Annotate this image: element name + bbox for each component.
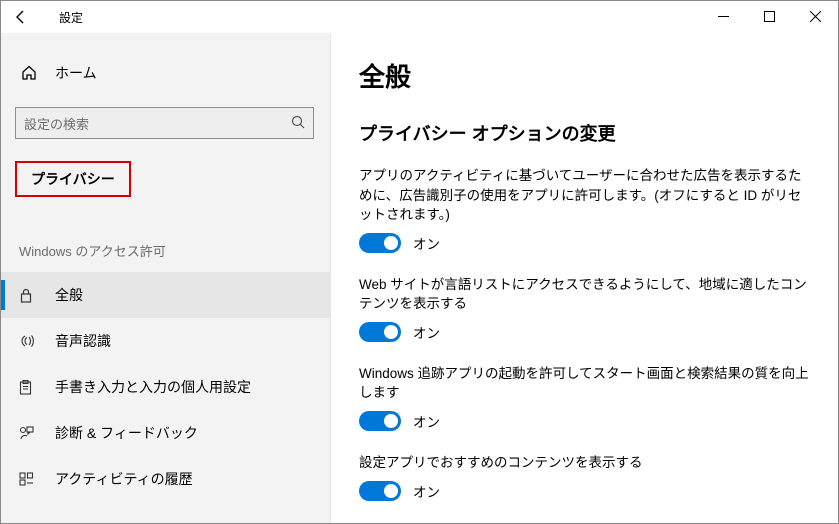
- toggle-advertising-id[interactable]: [359, 233, 401, 253]
- minimize-button[interactable]: [700, 1, 746, 31]
- toggle-app-tracking[interactable]: [359, 411, 401, 431]
- sidebar-item-label: 手書き入力と入力の個人用設定: [55, 377, 251, 397]
- setting-suggested-content: 設定アプリでおすすめのコンテンツを表示する オン: [359, 453, 810, 501]
- close-button[interactable]: [792, 1, 838, 31]
- toggle-state-label: オン: [413, 481, 440, 501]
- sidebar-item-general[interactable]: 全般: [1, 272, 330, 318]
- timeline-icon: [19, 472, 39, 486]
- sidebar-item-label: 診断 & フィードバック: [55, 423, 198, 443]
- toggle-state-label: オン: [413, 411, 440, 431]
- toggle-state-label: オン: [413, 322, 440, 342]
- toggle-suggested-content[interactable]: [359, 481, 401, 501]
- category-label: プライバシー: [15, 161, 131, 197]
- search-icon: [291, 115, 305, 132]
- section-subtitle: プライバシー オプションの変更: [359, 120, 810, 146]
- sidebar-item-label: 音声認識: [55, 331, 111, 351]
- setting-description: 設定アプリでおすすめのコンテンツを表示する: [359, 453, 810, 473]
- setting-description: Windows 追跡アプリの起動を許可してスタート画面と検索結果の質を向上します: [359, 364, 810, 403]
- sidebar-item-diagnostics[interactable]: 診断 & フィードバック: [1, 410, 330, 456]
- setting-description: Web サイトが言語リストにアクセスできるようにして、地域に適したコンテンツを表…: [359, 275, 810, 314]
- sidebar-item-voice[interactable]: 音声認識: [1, 318, 330, 364]
- back-button[interactable]: [1, 1, 41, 33]
- setting-advertising-id: アプリのアクティビティに基づいてユーザーに合わせた広告を表示するために、広告識別…: [359, 166, 810, 253]
- setting-description: アプリのアクティビティに基づいてユーザーに合わせた広告を表示するために、広告識別…: [359, 166, 810, 225]
- page-title: 全般: [359, 57, 810, 94]
- content-area: 全般 プライバシー オプションの変更 アプリのアクティビティに基づいてユーザーに…: [331, 33, 838, 523]
- sidebar-item-handwriting[interactable]: 手書き入力と入力の個人用設定: [1, 364, 330, 410]
- permissions-heading: Windows のアクセス許可: [19, 241, 330, 260]
- home-icon: [21, 65, 43, 81]
- setting-app-tracking: Windows 追跡アプリの起動を許可してスタート画面と検索結果の質を向上します…: [359, 364, 810, 431]
- sidebar: ホーム 設定の検索 プライバシー Windows のアクセス許可 全般 音声認識: [1, 33, 331, 523]
- home-nav[interactable]: ホーム: [1, 57, 330, 93]
- maximize-button[interactable]: [746, 1, 792, 31]
- sidebar-item-label: アクティビティの履歴: [55, 469, 193, 489]
- window-title: 設定: [59, 9, 83, 26]
- lock-icon: [19, 288, 39, 303]
- sidebar-item-label: 全般: [55, 285, 83, 305]
- toggle-language-list[interactable]: [359, 322, 401, 342]
- setting-language-list: Web サイトが言語リストにアクセスできるようにして、地域に適したコンテンツを表…: [359, 275, 810, 342]
- search-placeholder: 設定の検索: [24, 114, 291, 133]
- clipboard-icon: [19, 380, 39, 395]
- search-input[interactable]: 設定の検索: [15, 107, 314, 139]
- toggle-state-label: オン: [413, 233, 440, 253]
- sound-icon: [19, 334, 39, 348]
- feedback-icon: [19, 426, 39, 440]
- home-label: ホーム: [55, 63, 97, 83]
- sidebar-item-activity[interactable]: アクティビティの履歴: [1, 456, 330, 502]
